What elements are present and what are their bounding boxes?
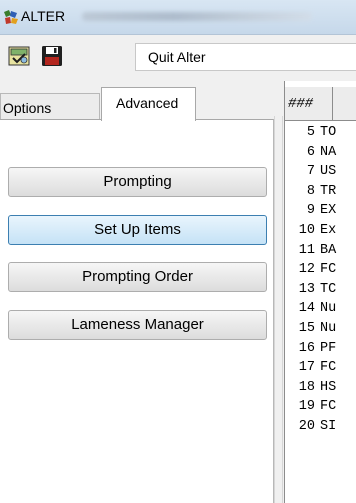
title-bar: ALTER — [0, 0, 356, 35]
app-icon — [4, 10, 18, 24]
row-number: 19 — [298, 399, 315, 415]
left-panel: Options Advanced Prompting Set Up Items … — [0, 81, 284, 503]
table-row[interactable]: 9 EX — [285, 201, 356, 221]
table-row[interactable]: 6 NA — [285, 143, 356, 163]
table-row[interactable]: 16 PF — [285, 339, 356, 359]
toolbar: Quit Alter — [0, 35, 356, 80]
set-up-items-button-label: Set Up Items — [94, 221, 181, 238]
row-text: PF — [320, 340, 337, 356]
row-number: 20 — [298, 418, 315, 434]
row-number: 11 — [298, 242, 315, 258]
row-number: 9 — [306, 203, 315, 219]
prompting-button[interactable]: Prompting — [8, 167, 267, 197]
quit-alter-label: Quit Alter — [148, 49, 206, 65]
row-text: Nu — [320, 320, 337, 336]
row-text: EX — [320, 203, 337, 219]
grid-header: ### — [285, 87, 356, 121]
save-icon[interactable] — [41, 45, 63, 67]
row-text: HS — [320, 379, 337, 395]
prompting-order-button[interactable]: Prompting Order — [8, 262, 267, 292]
tab-options[interactable]: Options — [0, 93, 100, 120]
quit-alter-button[interactable]: Quit Alter — [135, 43, 356, 71]
row-text: BA — [320, 242, 337, 258]
table-row[interactable]: 18 HS — [285, 378, 356, 398]
row-text: FC — [320, 399, 337, 415]
table-row[interactable]: 17 FC — [285, 358, 356, 378]
row-number: 5 — [306, 125, 315, 140]
column-divider[interactable] — [332, 87, 333, 121]
row-text: Ex — [320, 222, 337, 238]
row-text: FC — [320, 360, 337, 376]
lameness-manager-button[interactable]: Lameness Manager — [8, 310, 267, 340]
row-number: 18 — [298, 379, 315, 395]
table-row[interactable]: 7 US — [285, 162, 356, 182]
grid-header-number[interactable]: ### — [288, 96, 313, 112]
table-row[interactable]: 5 TO — [285, 123, 356, 143]
items-grid: ### 5 TO 6 NA 7 US 8 TR 9 EX 10 Ex 11 BA 12 FC 1… — [284, 81, 356, 503]
grid-rows: 5 TO 6 NA 7 US 8 TR 9 EX 10 Ex 11 BA 12 FC 13 TC … — [285, 123, 356, 437]
set-up-items-button[interactable]: Set Up Items — [8, 215, 267, 245]
prompting-button-label: Prompting — [103, 173, 172, 190]
row-number: 15 — [298, 320, 315, 336]
table-row[interactable]: 15 Nu — [285, 319, 356, 339]
row-text: Nu — [320, 301, 337, 317]
window-title: ALTER — [21, 8, 66, 24]
row-text: TR — [320, 183, 337, 199]
configure-icon[interactable] — [8, 45, 30, 67]
row-text: FC — [320, 262, 337, 278]
table-row[interactable]: 11 BA — [285, 241, 356, 261]
prompting-order-button-label: Prompting Order — [82, 268, 193, 285]
table-row[interactable]: 10 Ex — [285, 221, 356, 241]
row-text: SI — [320, 418, 337, 434]
tab-advanced[interactable]: Advanced — [101, 87, 196, 121]
table-row[interactable]: 12 FC — [285, 260, 356, 280]
row-text: NA — [320, 144, 337, 160]
row-text: TC — [320, 281, 337, 297]
row-number: 14 — [298, 301, 315, 317]
table-row[interactable]: 8 TR — [285, 182, 356, 202]
tab-options-label: Options — [3, 100, 52, 116]
row-number: 6 — [306, 144, 315, 160]
row-text: US — [320, 164, 337, 180]
row-number: 16 — [298, 340, 315, 356]
table-row[interactable]: 19 FC — [285, 397, 356, 417]
lameness-manager-button-label: Lameness Manager — [71, 316, 204, 333]
row-number: 12 — [298, 262, 315, 278]
row-number: 10 — [298, 222, 315, 238]
blurred-title-detail — [82, 12, 312, 21]
panel-splitter[interactable] — [274, 116, 283, 503]
row-number: 13 — [298, 281, 315, 297]
row-number: 8 — [306, 183, 315, 199]
row-number: 7 — [306, 164, 315, 180]
row-text: TO — [320, 125, 337, 140]
advanced-tab-panel: Prompting Set Up Items Prompting Order L… — [0, 119, 274, 503]
table-row[interactable]: 14 Nu — [285, 299, 356, 319]
table-row[interactable]: 20 SI — [285, 417, 356, 437]
row-number: 17 — [298, 360, 315, 376]
table-row[interactable]: 13 TC — [285, 280, 356, 300]
tab-advanced-label: Advanced — [116, 95, 179, 111]
